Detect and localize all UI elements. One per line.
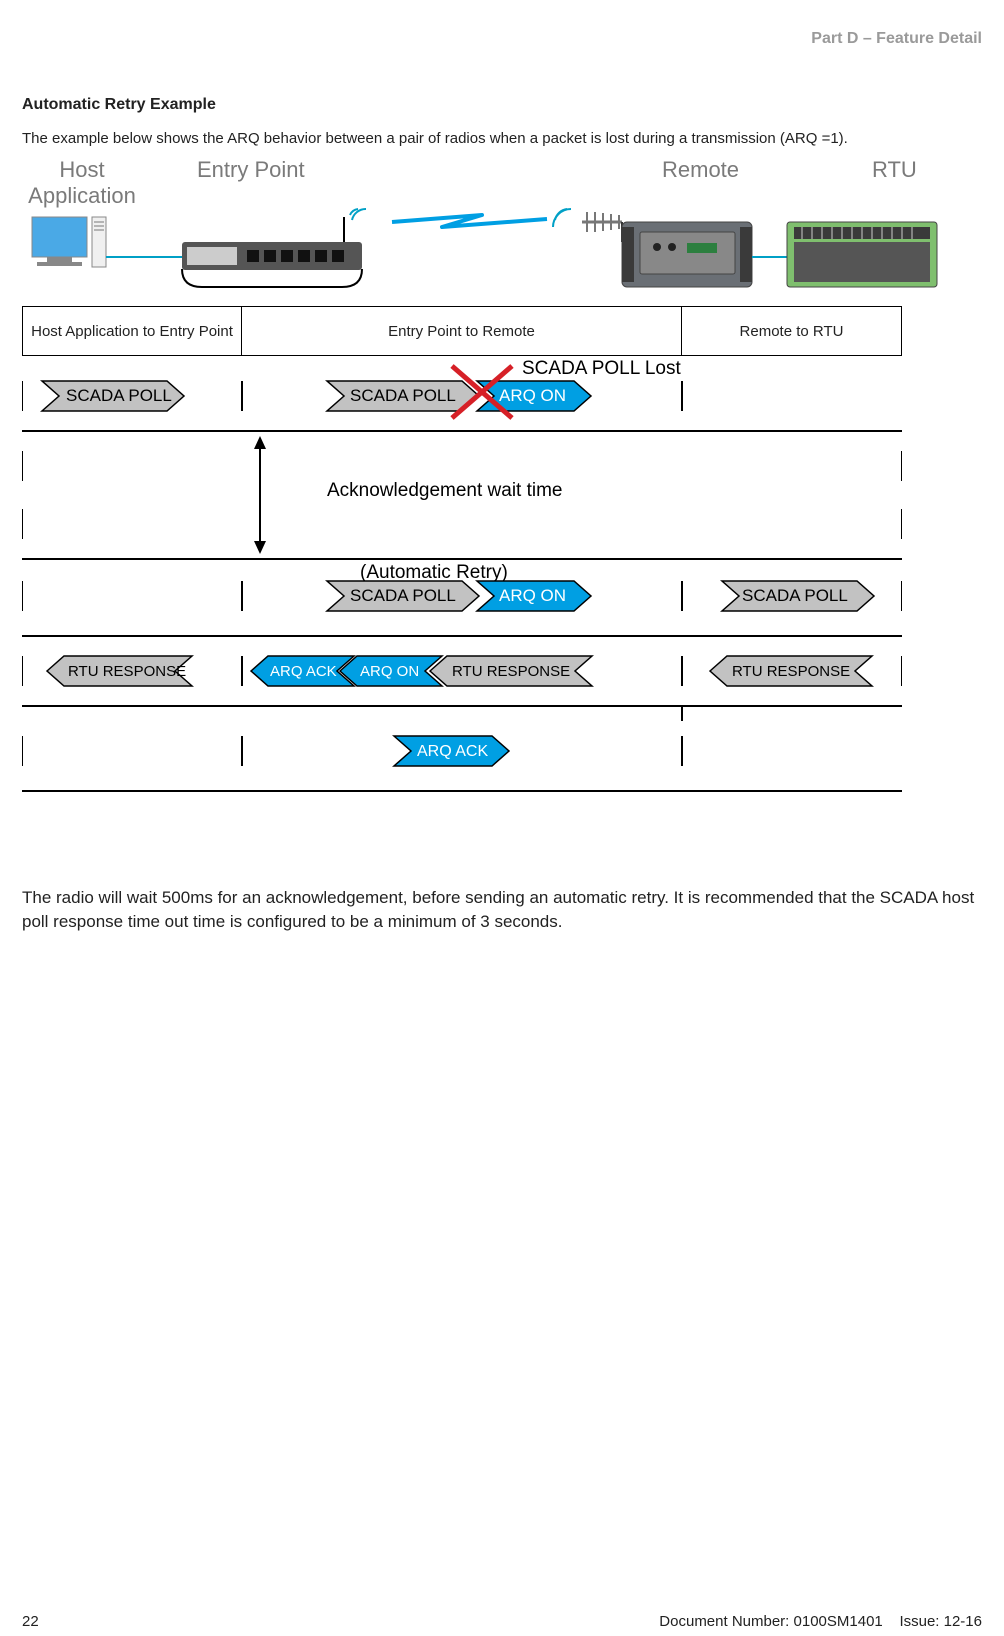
entry-point-icon [182,209,366,287]
rtu-icon [787,222,937,287]
svg-text:SCADA POLL: SCADA POLL [350,386,456,405]
wait-zone: Acknowledgement wait time [22,436,902,554]
svg-text:SCADA POLL: SCADA POLL [350,586,456,605]
svg-text:RTU RESPONSE: RTU RESPONSE [68,663,186,680]
svg-text:RTU RESPONSE: RTU RESPONSE [732,663,850,680]
section-title: Automatic Retry Example [22,96,982,114]
doc-number: Document Number: 0100SM1401 [659,1613,882,1630]
svg-text:SCADA POLL: SCADA POLL [742,586,848,605]
svg-text:ARQ ACK: ARQ ACK [417,743,488,760]
lost-label: SCADA POLL Lost [522,358,681,379]
part-header: Part D – Feature Detail [22,30,982,48]
closing-text: The radio will wait 500ms for an acknowl… [22,886,982,934]
col-header-2: Entry Point to Remote [242,306,682,356]
svg-text:ARQ ACK: ARQ ACK [270,663,337,680]
device-row: Host Application Entry Point Remote RTU [22,157,982,302]
svg-text:SCADA POLL: SCADA POLL [66,386,172,405]
col-header-1: Host Application to Entry Point [22,306,242,356]
label-remote: Remote [662,157,739,183]
issue: Issue: 12-16 [899,1613,982,1630]
row2: (Automatic Retry) SCADA POLL ARQ ON SCAD… [22,562,902,611]
wireless-link-icon [392,215,547,227]
svg-text:ARQ ON: ARQ ON [360,663,419,680]
svg-text:ARQ ON: ARQ ON [499,586,566,605]
devices-illustration [22,187,982,302]
svg-text:RTU RESPONSE: RTU RESPONSE [452,663,570,680]
host-icon [32,217,106,267]
page-number: 22 [22,1613,39,1630]
remote-antenna-icon [553,209,622,242]
row1: SCADA POLL Lost SCADA POLL SCADA POLL AR… [22,358,682,418]
col-header-3: Remote to RTU [682,306,902,356]
page-footer: 22 Document Number: 0100SM1401 Issue: 12… [22,1613,982,1636]
row3: RTU RESPONSE ARQ ACK ARQ ON RTU RESPONSE… [22,656,902,686]
row4: ARQ ACK [22,736,682,766]
timeline-diagram: SCADA POLL Lost SCADA POLL SCADA POLL AR… [22,356,902,856]
remote-radio-icon [622,222,752,287]
label-entry-point: Entry Point [197,157,305,183]
column-headers: Host Application to Entry Point Entry Po… [22,306,982,356]
wait-label: Acknowledgement wait time [327,480,563,501]
section-intro: The example below shows the ARQ behavior… [22,130,982,147]
label-rtu: RTU [872,157,917,183]
svg-text:ARQ ON: ARQ ON [499,386,566,405]
retry-label: (Automatic Retry) [360,562,508,583]
